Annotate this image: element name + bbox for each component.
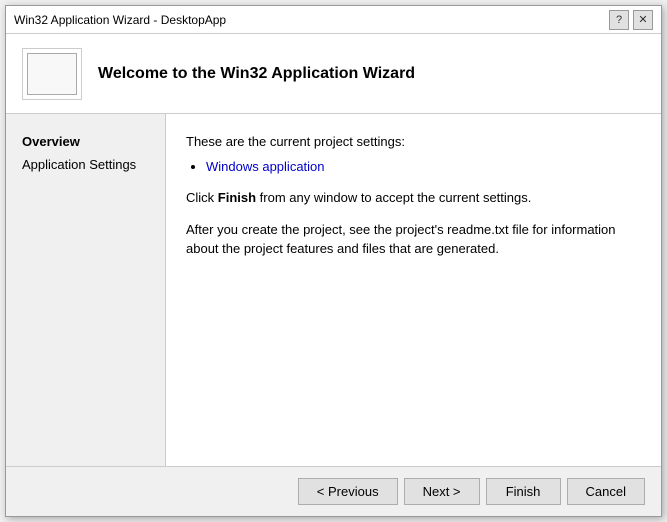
wizard-footer: < Previous Next > Finish Cancel xyxy=(6,466,661,516)
finish-instruction: Click Finish from any window to accept t… xyxy=(186,188,641,208)
wizard-header-title: Welcome to the Win32 Application Wizard xyxy=(98,65,415,83)
sidebar-item-application-settings[interactable]: Application Settings xyxy=(6,153,165,176)
help-button[interactable]: ? xyxy=(609,10,629,30)
wizard-body: Overview Application Settings These are … xyxy=(6,114,661,466)
dialog-window: Win32 Application Wizard - DesktopApp ? … xyxy=(5,5,662,517)
wizard-icon xyxy=(22,48,82,100)
finish-button[interactable]: Finish xyxy=(486,478,561,505)
window-title: Win32 Application Wizard - DesktopApp xyxy=(14,13,226,27)
previous-button[interactable]: < Previous xyxy=(298,478,398,505)
finish-line2: from any window to accept the current se… xyxy=(256,190,531,205)
wizard-header: Welcome to the Win32 Application Wizard xyxy=(6,34,661,114)
next-button[interactable]: Next > xyxy=(404,478,480,505)
list-item-windows-app: Windows application xyxy=(206,159,641,174)
wizard-content: These are the current project settings: … xyxy=(166,114,661,466)
settings-list: Windows application xyxy=(206,159,641,174)
after-text: After you create the project, see the pr… xyxy=(186,220,641,259)
finish-bold: Finish xyxy=(218,190,256,205)
sidebar-item-overview[interactable]: Overview xyxy=(6,130,165,153)
content-heading: These are the current project settings: xyxy=(186,134,641,149)
title-bar-controls: ? ✕ xyxy=(609,10,653,30)
close-button[interactable]: ✕ xyxy=(633,10,653,30)
cancel-button[interactable]: Cancel xyxy=(567,478,645,505)
title-bar-left: Win32 Application Wizard - DesktopApp xyxy=(14,13,226,27)
finish-line1: Click xyxy=(186,190,218,205)
title-bar: Win32 Application Wizard - DesktopApp ? … xyxy=(6,6,661,34)
wizard-sidebar: Overview Application Settings xyxy=(6,114,166,466)
windows-app-link[interactable]: Windows application xyxy=(206,159,325,174)
